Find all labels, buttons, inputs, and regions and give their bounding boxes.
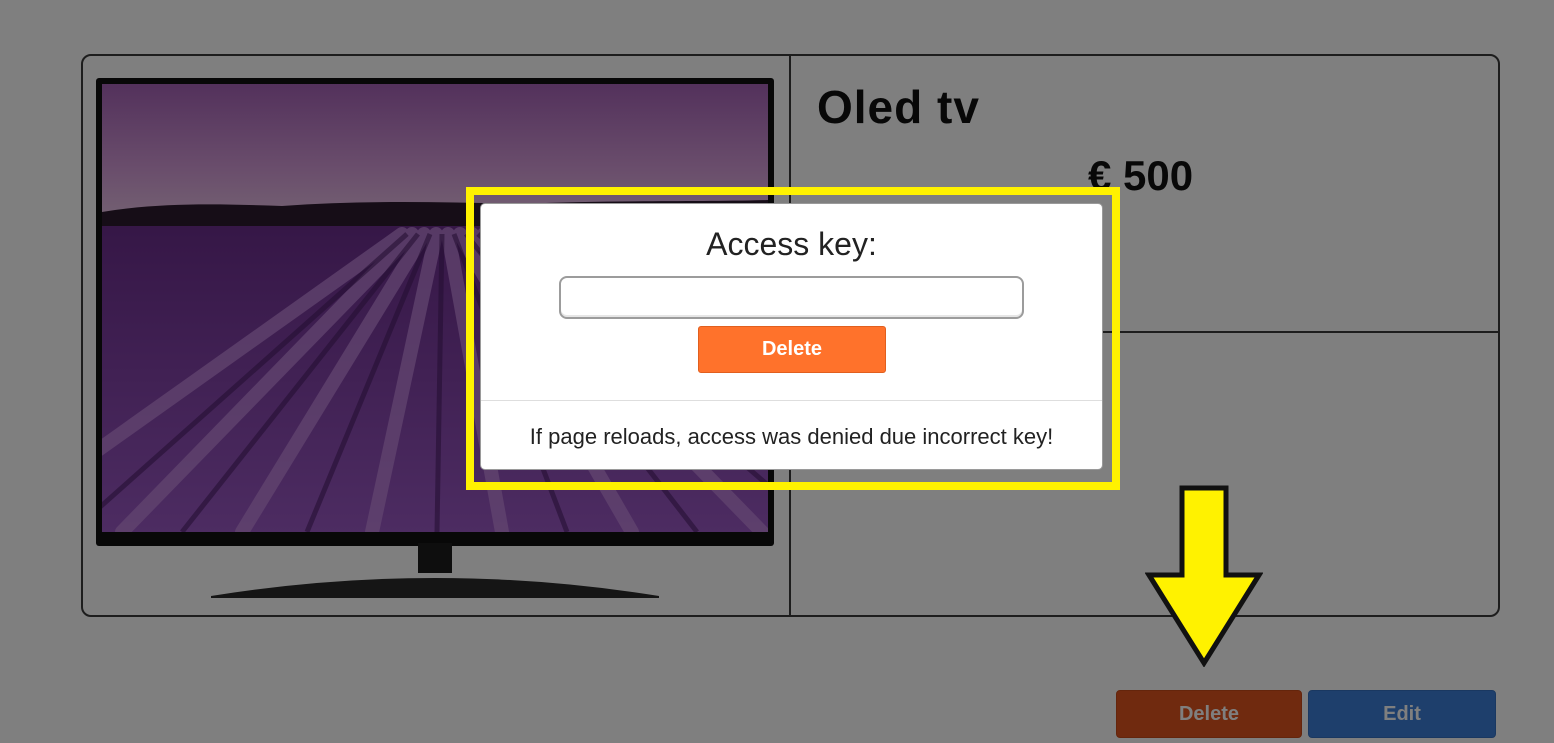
access-key-input[interactable] bbox=[559, 276, 1024, 319]
confirm-delete-button[interactable]: Delete bbox=[698, 326, 886, 373]
down-arrow-icon bbox=[1145, 485, 1263, 667]
access-key-dialog: Access key: Delete If page reloads, acce… bbox=[480, 203, 1103, 470]
dialog-footer-message: If page reloads, access was denied due i… bbox=[529, 424, 1054, 449]
dialog-title: Access key: bbox=[706, 226, 877, 262]
dialog-divider bbox=[481, 400, 1102, 401]
